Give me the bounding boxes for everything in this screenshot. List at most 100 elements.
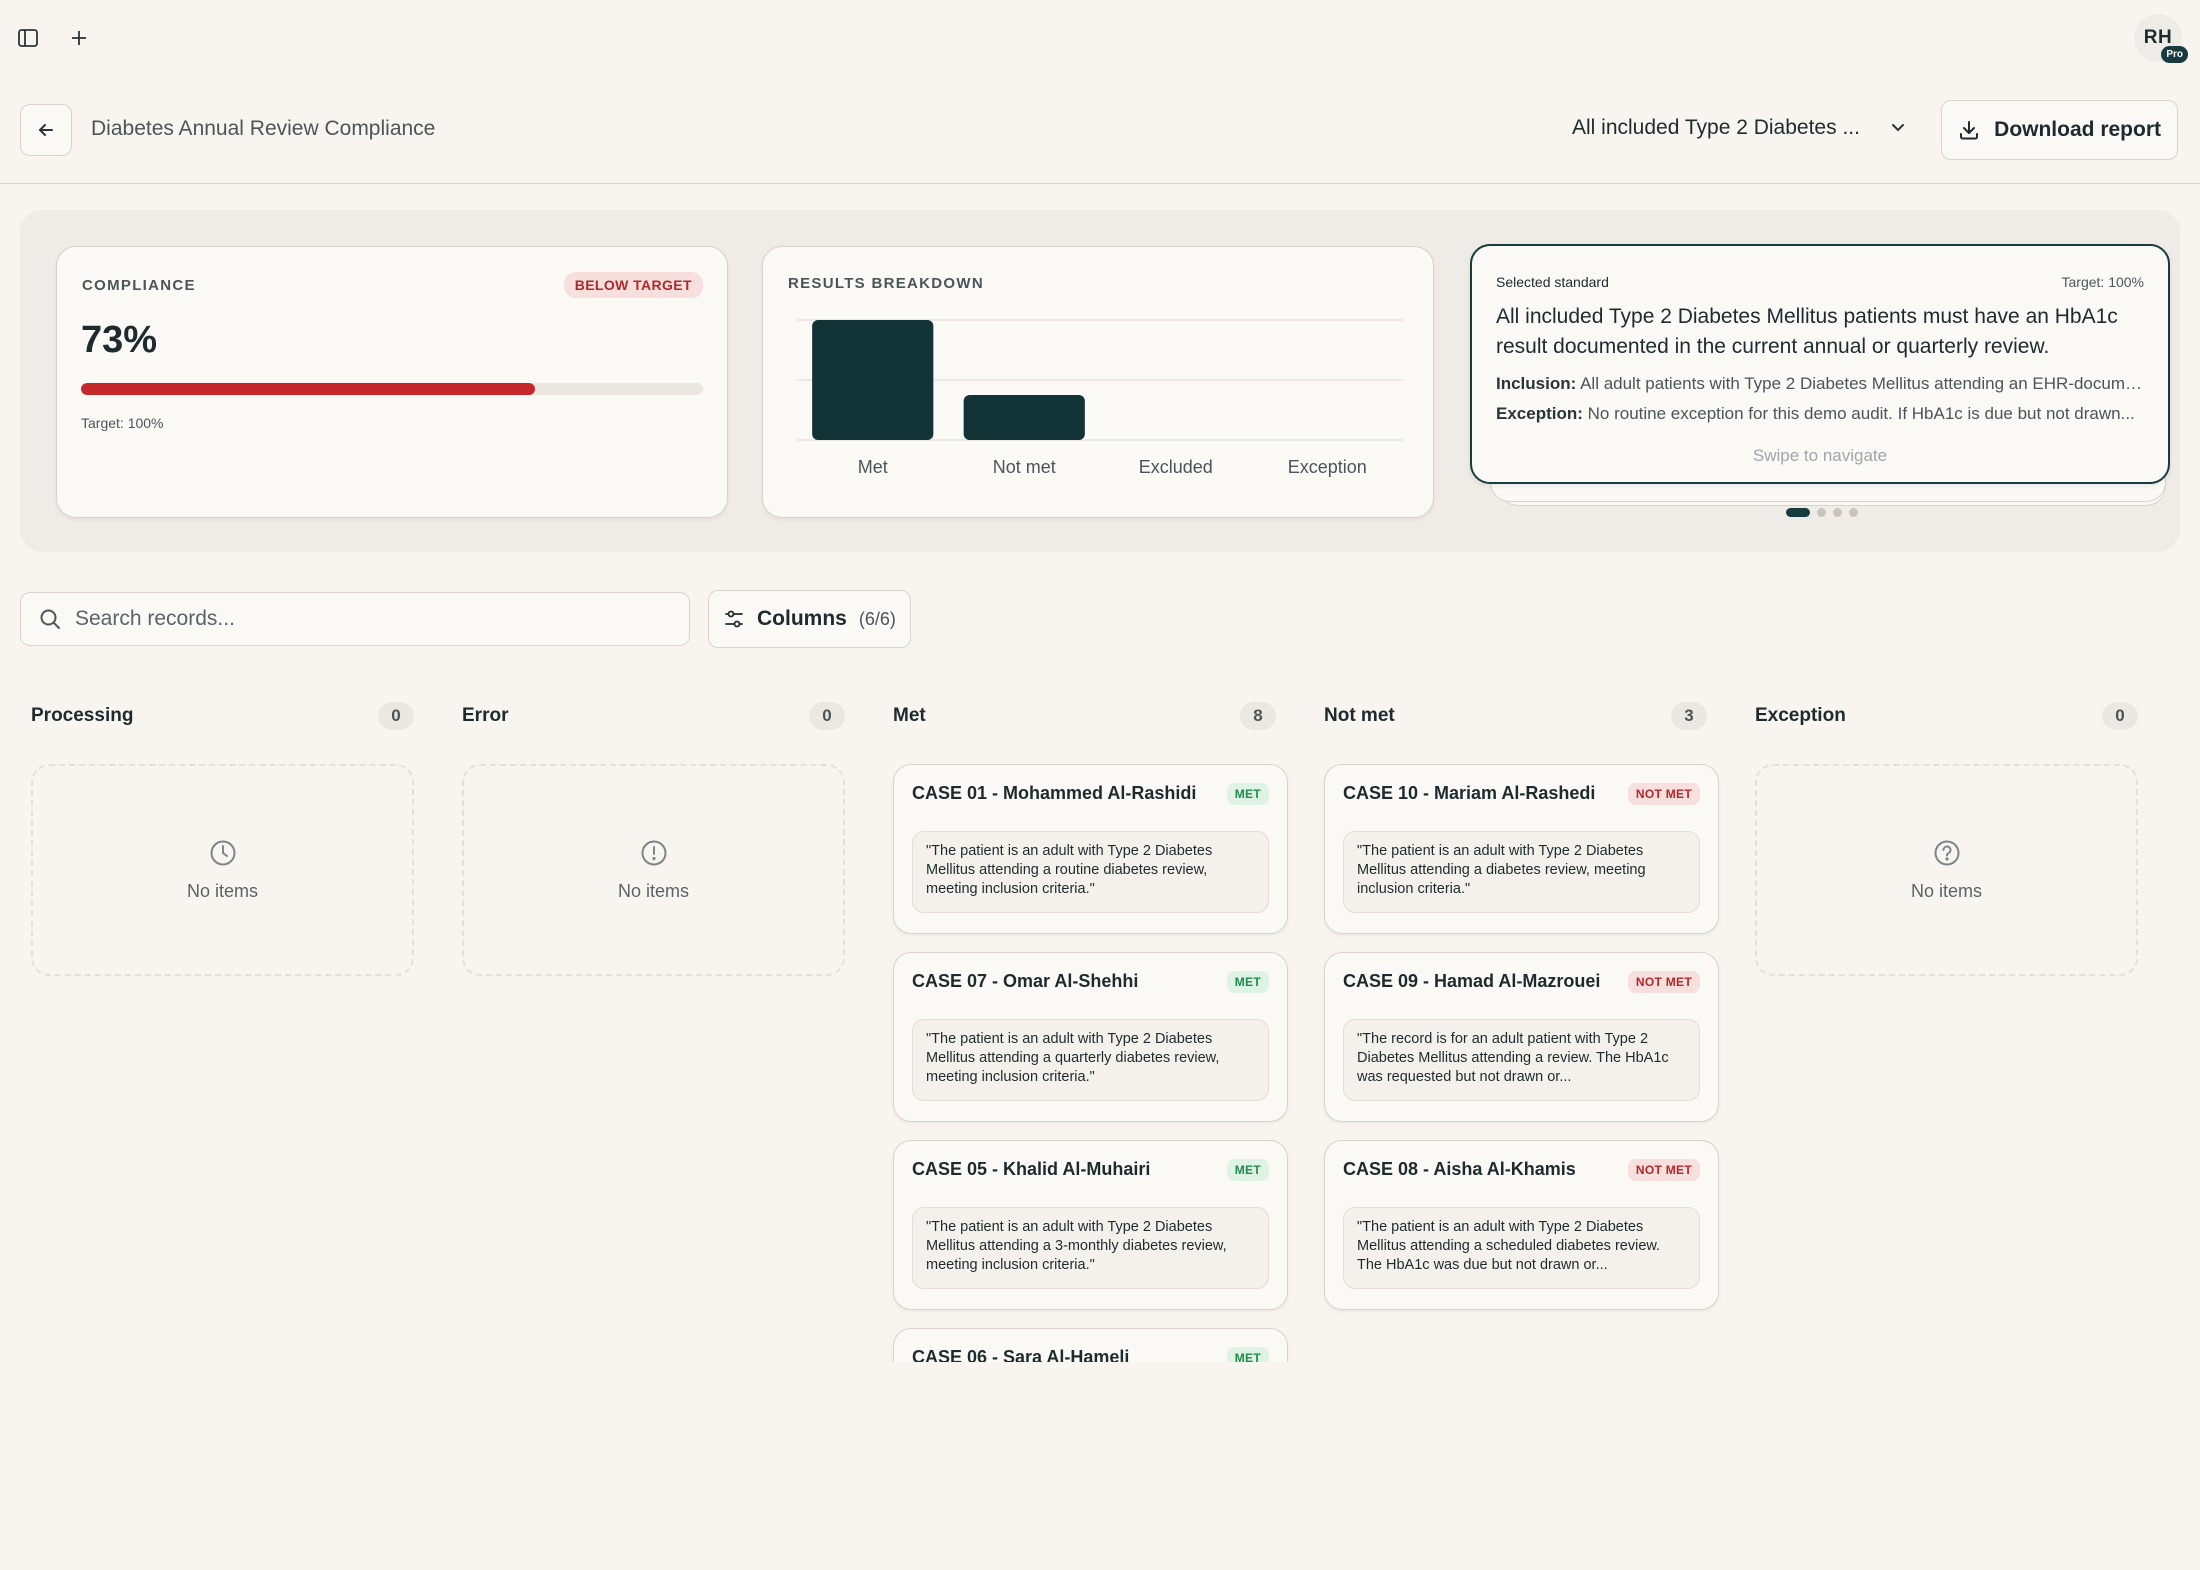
case-quote: "The patient is an adult with Type 2 Dia… bbox=[912, 1207, 1269, 1289]
search-icon bbox=[40, 609, 60, 629]
column-header: Exception 0 bbox=[1755, 700, 2138, 732]
empty-state: No items bbox=[31, 764, 414, 976]
case-title: CASE 05 - Khalid Al-Muhairi bbox=[912, 1159, 1151, 1179]
results-breakdown-card: RESULTS BREAKDOWN Met Not met Excluded Exce… bbox=[762, 246, 1434, 518]
page-title: Diabetes Annual Review Compliance bbox=[91, 117, 436, 140]
selected-standard-card[interactable]: Selected standard Target: 100% All inclu… bbox=[1470, 244, 2170, 484]
chart-category-label: Excluded bbox=[1139, 457, 1213, 477]
page-header: Diabetes Annual Review Compliance All in… bbox=[0, 96, 2200, 184]
carousel-dot[interactable] bbox=[1849, 508, 1858, 517]
empty-state-text: No items bbox=[617, 880, 689, 901]
chart-bar-not-met bbox=[963, 395, 1085, 440]
case-card[interactable]: CASE 07 - Omar Al-Shehhi MET "The patien… bbox=[893, 952, 1288, 1122]
download-icon bbox=[1960, 121, 1979, 140]
column-count: 3 bbox=[1671, 702, 1707, 730]
case-title: CASE 09 - Hamad Al-Mazrouei bbox=[1343, 971, 1601, 991]
arrow-left-icon bbox=[39, 124, 53, 136]
case-card[interactable]: CASE 06 - Sara Al-Hameli MET bbox=[893, 1328, 1288, 1362]
standard-select[interactable]: All included Type 2 Diabetes ... bbox=[1572, 116, 1908, 140]
case-card[interactable]: CASE 08 - Aisha Al-Khamis NOT MET "The p… bbox=[1324, 1140, 1719, 1310]
plan-badge: Pro bbox=[2161, 46, 2188, 63]
search-box[interactable] bbox=[20, 592, 690, 646]
selected-standard-label: Selected standard bbox=[1496, 274, 1609, 290]
sidebar-toggle-icon[interactable] bbox=[12, 22, 44, 54]
case-status-badge: NOT MET bbox=[1627, 971, 1700, 993]
case-title: CASE 01 - Mohammed Al-Rashidi bbox=[912, 783, 1197, 803]
columns-label: Columns bbox=[757, 607, 847, 630]
download-report-label: Download report bbox=[1994, 118, 2161, 141]
summary-panel: COMPLIANCE BELOW TARGET 73% Target: 100%… bbox=[20, 210, 2180, 552]
empty-state-text: No items bbox=[186, 880, 258, 901]
case-quote: "The record is for an adult patient with… bbox=[1343, 1019, 1700, 1101]
case-status-badge: MET bbox=[1226, 1159, 1269, 1181]
case-status-badge: MET bbox=[1226, 971, 1269, 993]
case-card[interactable]: CASE 09 - Hamad Al-Mazrouei NOT MET "The… bbox=[1324, 952, 1719, 1122]
carousel-dot[interactable] bbox=[1833, 508, 1842, 517]
carousel-dot[interactable] bbox=[1817, 508, 1826, 517]
case-card[interactable]: CASE 05 - Khalid Al-Muhairi MET "The pat… bbox=[893, 1140, 1288, 1310]
clock-icon bbox=[210, 840, 235, 865]
column-title: Met bbox=[893, 705, 926, 726]
compliance-target: Target: 100% bbox=[81, 415, 164, 431]
empty-state-text: No items bbox=[1910, 880, 1982, 901]
column-count: 0 bbox=[2102, 702, 2138, 730]
column-count: 0 bbox=[378, 702, 414, 730]
new-tab-icon[interactable] bbox=[63, 22, 95, 54]
exception-text: No routine exception for this demo audit… bbox=[1587, 404, 2135, 423]
column-count: 0 bbox=[809, 702, 845, 730]
columns-button[interactable]: Columns (6/6) bbox=[708, 590, 911, 648]
case-status-badge: NOT MET bbox=[1627, 1159, 1700, 1181]
columns-count: (6/6) bbox=[858, 608, 896, 629]
download-report-button[interactable]: Download report bbox=[1941, 100, 2178, 160]
top-bar: RH Pro bbox=[0, 0, 2200, 76]
column-title: Exception bbox=[1755, 705, 1846, 726]
case-status-badge: MET bbox=[1226, 1347, 1269, 1362]
chart-category-label: Exception bbox=[1288, 457, 1367, 477]
case-quote: "The patient is an adult with Type 2 Dia… bbox=[1343, 1207, 1700, 1289]
case-title: CASE 07 - Omar Al-Shehhi bbox=[912, 971, 1139, 991]
chevron-down-icon bbox=[1892, 124, 1904, 132]
column-count: 8 bbox=[1240, 702, 1276, 730]
case-card[interactable]: CASE 10 - Mariam Al-Rashedi NOT MET "The… bbox=[1324, 764, 1719, 934]
chart-category-label: Met bbox=[858, 457, 888, 477]
case-status-badge: MET bbox=[1226, 783, 1269, 805]
compliance-card: COMPLIANCE BELOW TARGET 73% Target: 100% bbox=[56, 246, 728, 518]
chart-bar-met bbox=[812, 320, 934, 440]
column-header: Processing 0 bbox=[31, 700, 414, 732]
case-title: CASE 06 - Sara Al-Hameli bbox=[912, 1347, 1130, 1362]
carousel-dot[interactable] bbox=[1786, 508, 1810, 517]
case-status-badge: NOT MET bbox=[1627, 783, 1700, 805]
help-circle-icon bbox=[1934, 840, 1959, 865]
results-breakdown-chart: Met Not met Excluded Exception bbox=[797, 319, 1403, 477]
column-title: Processing bbox=[31, 705, 134, 726]
inclusion-text: All adult patients with Type 2 Diabetes … bbox=[1580, 374, 2146, 393]
kanban-board: Processing 0 No items Error 0 No items M… bbox=[0, 690, 2200, 1362]
standard-title: All included Type 2 Diabetes Mellitus pa… bbox=[1496, 305, 2118, 358]
empty-state: No items bbox=[462, 764, 845, 976]
column-header: Error 0 bbox=[462, 700, 845, 732]
avatar[interactable]: RH Pro bbox=[2134, 14, 2188, 63]
back-button[interactable] bbox=[20, 104, 72, 156]
carousel-pagination bbox=[1786, 508, 1858, 517]
case-title: CASE 10 - Mariam Al-Rashedi bbox=[1343, 783, 1596, 803]
search-input[interactable] bbox=[75, 607, 635, 631]
compliance-label: COMPLIANCE bbox=[82, 277, 196, 294]
case-card[interactable]: CASE 01 - Mohammed Al-Rashidi MET "The p… bbox=[893, 764, 1288, 934]
inclusion-label: Inclusion: bbox=[1496, 374, 1577, 393]
standard-inclusion: Inclusion: All adult patients with Type … bbox=[1496, 374, 2146, 394]
empty-state: No items bbox=[1755, 764, 2138, 976]
compliance-progress-bar bbox=[81, 383, 703, 395]
standard-target: Target: 100% bbox=[2061, 274, 2145, 290]
alert-circle-icon bbox=[641, 840, 666, 865]
case-quote: "The patient is an adult with Type 2 Dia… bbox=[1343, 831, 1700, 913]
column-title: Error bbox=[462, 705, 509, 726]
case-title: CASE 08 - Aisha Al-Khamis bbox=[1343, 1159, 1576, 1179]
column-header: Met 8 bbox=[893, 700, 1276, 732]
standard-exception: Exception: No routine exception for this… bbox=[1496, 404, 2146, 424]
column-header: Not met 3 bbox=[1324, 700, 1707, 732]
compliance-progress-fill bbox=[81, 383, 536, 395]
status-badge: BELOW TARGET bbox=[563, 272, 703, 298]
case-quote: "The patient is an adult with Type 2 Dia… bbox=[912, 831, 1269, 913]
column-title: Not met bbox=[1324, 705, 1395, 726]
sliders-icon bbox=[725, 610, 743, 628]
